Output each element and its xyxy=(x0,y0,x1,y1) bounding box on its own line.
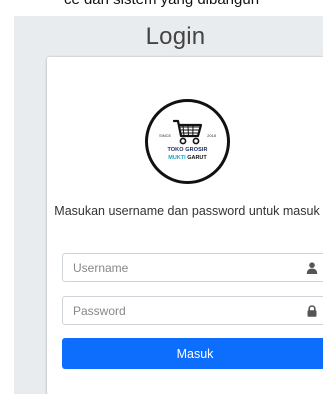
store-logo: SINCE 2018 TOKO GROSIR MUKTI GARUT xyxy=(145,99,230,184)
shopping-cart-icon xyxy=(172,119,203,145)
logo-since-text: SINCE xyxy=(159,133,172,138)
logo-year-text: 2018 xyxy=(207,133,216,138)
username-field[interactable] xyxy=(62,253,323,282)
password-input[interactable] xyxy=(63,297,293,324)
logo-store-name: TOKO GROSIR xyxy=(167,147,208,153)
login-card: SINCE 2018 TOKO GROSIR MUKTI GARUT Masuk… xyxy=(47,57,323,394)
page-title: Login xyxy=(145,23,206,50)
login-instruction: Masukan username dan password untuk masu… xyxy=(54,204,320,218)
username-input[interactable] xyxy=(63,254,293,281)
login-background: Login SINCE 2018 TOKO GROSIR MUKTI GARUT… xyxy=(14,16,323,394)
logo-name-garut: GARUT xyxy=(187,155,207,161)
partial-caption-text: ce dari sistem yang dibangun xyxy=(0,0,323,8)
user-icon xyxy=(306,262,318,274)
logo-store-location: MUKTI GARUT xyxy=(148,155,227,161)
lock-icon xyxy=(307,305,317,317)
login-button[interactable]: Masuk xyxy=(62,338,323,369)
logo-name-mukti: MUKTI xyxy=(168,155,186,161)
password-field[interactable] xyxy=(62,296,323,325)
